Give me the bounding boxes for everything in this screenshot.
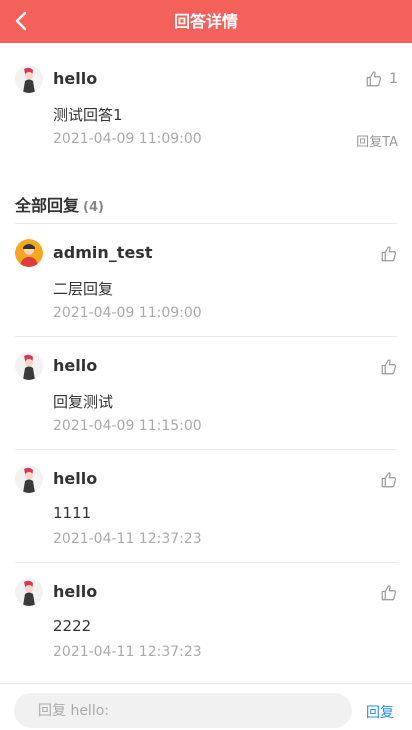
reply-content: 1111 — [53, 504, 92, 522]
replies-section-label: 全部回复 — [15, 196, 80, 215]
reply-like-button[interactable] — [380, 245, 398, 263]
reply-author[interactable]: hello — [53, 356, 97, 375]
reply-like-button[interactable] — [380, 358, 398, 376]
thumbs-up-icon — [381, 585, 397, 601]
send-reply-button[interactable]: 回复 — [366, 702, 394, 722]
answer-time: 2021-04-09 11:09:00 — [53, 131, 202, 147]
thumbs-up-icon — [381, 472, 397, 488]
reply-content: 2222 — [53, 617, 92, 635]
reply-composer: 回复 — [0, 683, 412, 730]
reply-to-answer-button[interactable]: 回复TA — [356, 131, 398, 150]
replies-count: (4) — [83, 200, 104, 215]
reply-content: 二层回复 — [53, 280, 114, 298]
answer-content: 测试回答1 — [53, 106, 123, 124]
reply-like-button[interactable] — [380, 471, 398, 489]
reply-item: hello 1111 2021-04-11 12:37:23 — [0, 450, 412, 563]
reply-content: 回复测试 — [53, 393, 114, 411]
thumbs-up-icon — [381, 359, 397, 375]
page-title: 回答详情 — [173, 12, 238, 31]
reply-time: 2021-04-09 11:09:00 — [53, 305, 202, 321]
answer-like-button[interactable]: 1 — [365, 70, 398, 88]
answer-author[interactable]: hello — [53, 69, 97, 88]
avatar[interactable] — [15, 352, 43, 380]
reply-input[interactable] — [14, 693, 352, 728]
reply-author[interactable]: admin_test — [53, 243, 152, 262]
avatar[interactable] — [15, 578, 43, 606]
reply-item: hello 回复测试 2021-04-09 11:15:00 — [0, 337, 412, 450]
avatar[interactable] — [15, 65, 43, 93]
reply-author[interactable]: hello — [53, 582, 97, 601]
reply-like-button[interactable] — [380, 584, 398, 602]
reply-item: hello 2222 2021-04-11 12:37:23 — [0, 563, 412, 676]
replies-section-title: 全部回复 (4) — [15, 192, 104, 216]
reply-author[interactable]: hello — [53, 469, 97, 488]
reply-item: admin_test 二层回复 2021-04-09 11:09:00 — [0, 224, 412, 337]
reply-time: 2021-04-11 12:37:23 — [53, 531, 202, 547]
thumbs-up-icon — [366, 71, 382, 87]
answer-like-count: 1 — [389, 71, 398, 87]
reply-time: 2021-04-11 12:37:23 — [53, 644, 202, 660]
reply-time: 2021-04-09 11:15:00 — [53, 418, 202, 434]
avatar[interactable] — [15, 239, 43, 267]
thumbs-up-icon — [381, 246, 397, 262]
header-bar: 回答详情 — [0, 0, 412, 43]
avatar[interactable] — [15, 465, 43, 493]
